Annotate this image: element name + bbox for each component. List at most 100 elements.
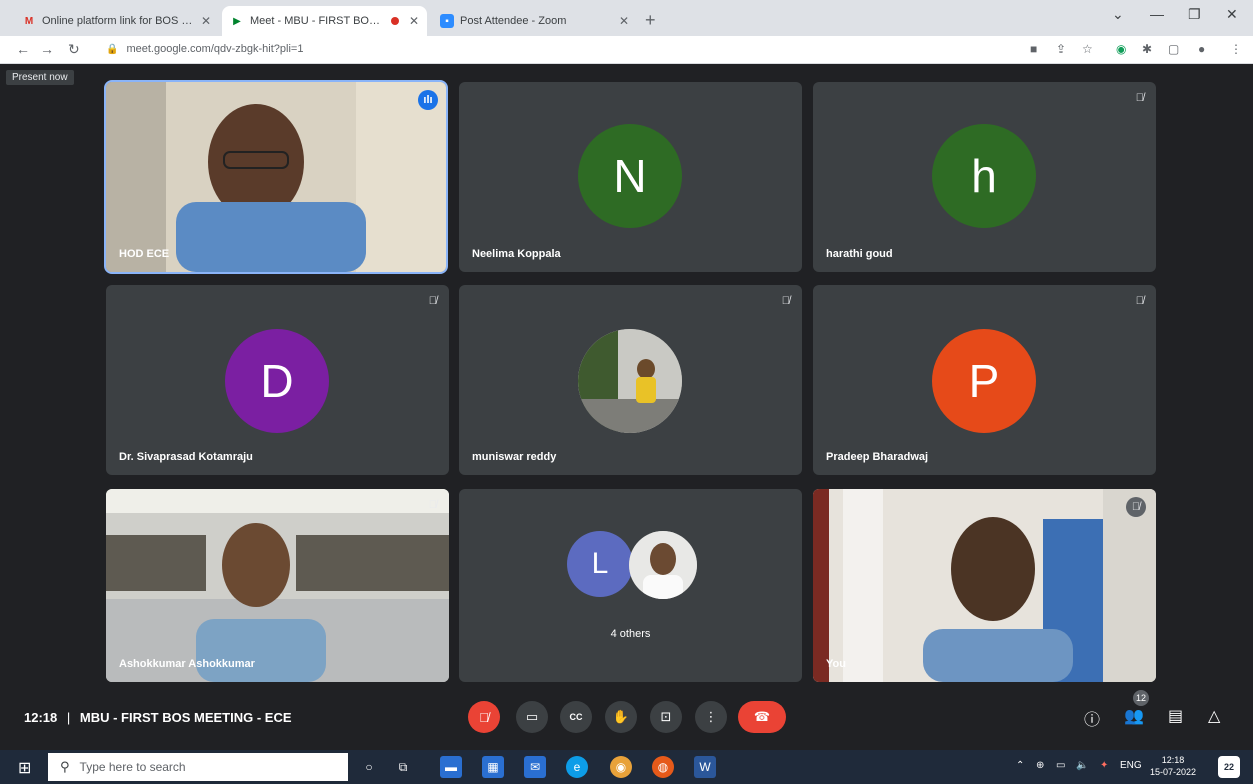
- meet-stage: Present now ılı HOD ECE N Neelima Koppal…: [0, 64, 1253, 750]
- clock-time: 12:18: [1161, 755, 1185, 765]
- close-icon[interactable]: ✕: [619, 14, 629, 28]
- participant-name: harathi goud: [826, 248, 893, 260]
- participant-name: Pradeep Bharadwaj: [826, 451, 929, 463]
- firefox-icon[interactable]: ◍: [652, 756, 674, 778]
- recording-indicator-icon: [390, 17, 399, 25]
- meeting-time: 12:18: [24, 710, 58, 725]
- extensions-puzzle-icon[interactable]: ✱: [1142, 42, 1152, 56]
- profile-avatar-icon[interactable]: ●: [1198, 42, 1205, 56]
- share-icon[interactable]: ⇪: [1056, 42, 1066, 56]
- leave-call-button[interactable]: ☎: [738, 701, 786, 733]
- search-placeholder: Type here to search: [79, 760, 186, 774]
- meeting-info: 12:18 | MBU - FIRST BOS MEETING - ECE: [24, 710, 292, 725]
- mic-off-icon: 🎙̸: [428, 499, 437, 511]
- minimize-icon[interactable]: —: [1150, 6, 1164, 22]
- chrome-icon[interactable]: ◉: [610, 756, 632, 778]
- system-clock[interactable]: 12:18 15-07-2022: [1150, 754, 1196, 778]
- bookmark-star-icon[interactable]: ☆: [1082, 42, 1093, 56]
- mic-off-icon: 🎙̸: [479, 709, 489, 725]
- captions-button[interactable]: CC: [560, 701, 592, 733]
- chat-icon[interactable]: ▤: [1168, 706, 1183, 726]
- tab-gmail[interactable]: M Online platform link for BOS Mee ✕: [14, 6, 219, 36]
- closed-captions-icon: CC: [569, 712, 583, 722]
- window-close-icon[interactable]: ✕: [1226, 6, 1238, 23]
- mic-toggle-button[interactable]: 🎙̸: [468, 701, 500, 733]
- participant-name: muniswar reddy: [472, 451, 557, 463]
- avatar: h: [932, 124, 1036, 228]
- search-icon: ⚲: [60, 759, 70, 774]
- store-icon[interactable]: ▦: [482, 756, 504, 778]
- participant-tile-ashokkumar[interactable]: 🎙̸ Ashokkumar Ashokkumar: [106, 489, 449, 682]
- participant-tile-sivaprasad[interactable]: 🎙̸ D Dr. Sivaprasad Kotamraju: [106, 285, 449, 475]
- activities-icon[interactable]: △: [1208, 706, 1220, 726]
- avatar: D: [225, 329, 329, 433]
- tab-title: Meet - MBU - FIRST BOS ME: [250, 15, 385, 27]
- gmail-icon: M: [24, 15, 34, 27]
- tab-search-icon[interactable]: ⌄: [1112, 6, 1124, 23]
- people-icon[interactable]: 👥: [1124, 706, 1144, 726]
- participant-tile-hod-ece[interactable]: ılı HOD ECE: [104, 80, 448, 274]
- avatar: L: [567, 531, 633, 597]
- windows-taskbar: ⊞ ⚲ Type here to search ○ ⧉ ▬ ▦ ✉ e ◉ ◍ …: [0, 750, 1253, 784]
- cortana-icon[interactable]: ○: [358, 756, 380, 778]
- url-field[interactable]: 🔒 meet.google.com/qdv-zbgk-hit?pli=1: [106, 43, 303, 55]
- participant-name: Dr. Sivaprasad Kotamraju: [119, 451, 253, 463]
- camera-icon[interactable]: ■: [1030, 42, 1037, 56]
- address-bar: ← → ↻ 🔒 meet.google.com/qdv-zbgk-hit?pli…: [0, 36, 1253, 64]
- notification-center-button[interactable]: 22: [1218, 756, 1240, 778]
- video-feed: [106, 489, 449, 682]
- reload-icon[interactable]: ↻: [68, 41, 80, 58]
- file-explorer-icon[interactable]: ▬: [440, 756, 462, 778]
- display-icon[interactable]: ▭: [1056, 760, 1065, 771]
- extension-icon[interactable]: ◉: [1116, 42, 1126, 56]
- tab-zoom[interactable]: ▪ Post Attendee - Zoom ✕: [432, 6, 637, 36]
- participant-name: You: [826, 658, 846, 670]
- present-screen-button[interactable]: ⊡: [650, 701, 682, 733]
- raise-hand-button[interactable]: ✋: [605, 701, 637, 733]
- meeting-details-icon[interactable]: ⓘ: [1084, 706, 1100, 730]
- more-options-button[interactable]: ⋮: [695, 701, 727, 733]
- browser-tab-strip: M Online platform link for BOS Mee ✕ ▶ M…: [0, 0, 1253, 36]
- task-view-icon[interactable]: ⧉: [392, 756, 414, 778]
- present-screen-icon: ⊡: [660, 709, 672, 724]
- meet-icon: ▶: [233, 15, 241, 27]
- participant-tile-others[interactable]: L 4 others: [459, 489, 802, 682]
- self-video-tile[interactable]: 🎙̸ You: [813, 489, 1156, 682]
- language-indicator[interactable]: ENG: [1120, 760, 1142, 771]
- video-feed: [106, 82, 446, 272]
- participant-name: Neelima Koppala: [472, 248, 561, 260]
- participant-tile-muniswar[interactable]: 🎙̸ muniswar reddy: [459, 285, 802, 475]
- participant-tile-neelima[interactable]: N Neelima Koppala: [459, 82, 802, 272]
- speaking-indicator-icon: ılı: [418, 90, 438, 110]
- mic-off-icon: 🎙̸: [1135, 92, 1144, 104]
- avatar: N: [578, 124, 682, 228]
- new-tab-icon[interactable]: +: [645, 10, 656, 31]
- camera-toggle-button[interactable]: ▭: [516, 701, 548, 733]
- lock-icon: 🔒: [106, 43, 119, 55]
- mic-off-icon: 🎙̸: [428, 295, 437, 307]
- forward-icon[interactable]: →: [40, 41, 54, 57]
- network-icon[interactable]: ⊕: [1036, 760, 1044, 771]
- close-icon[interactable]: ✕: [409, 14, 419, 28]
- participant-tile-pradeep[interactable]: 🎙̸ P Pradeep Bharadwaj: [813, 285, 1156, 475]
- edge-icon[interactable]: e: [566, 756, 588, 778]
- tab-title: Post Attendee - Zoom: [460, 15, 567, 27]
- avatar-photo: [578, 329, 682, 433]
- mail-icon[interactable]: ✉: [524, 756, 546, 778]
- windows-start-icon[interactable]: ⊞: [18, 758, 31, 778]
- antivirus-icon[interactable]: ✦: [1100, 760, 1108, 771]
- close-icon[interactable]: ✕: [201, 14, 211, 28]
- present-now-label: Present now: [6, 70, 74, 85]
- menu-dots-icon[interactable]: ⋮: [1230, 42, 1242, 56]
- volume-icon[interactable]: 🔈: [1076, 760, 1088, 771]
- participant-tile-harathi[interactable]: 🎙̸ h harathi goud: [813, 82, 1156, 272]
- word-icon[interactable]: W: [694, 756, 716, 778]
- tray-chevron-icon[interactable]: ⌃: [1016, 760, 1024, 771]
- avatar: P: [932, 329, 1036, 433]
- tab-meet[interactable]: ▶ Meet - MBU - FIRST BOS ME ✕: [222, 6, 427, 36]
- tab-title: Online platform link for BOS Mee: [42, 15, 197, 27]
- restore-icon[interactable]: ❐: [1188, 6, 1201, 23]
- taskbar-search-input[interactable]: ⚲ Type here to search: [48, 753, 348, 781]
- side-panel-icon[interactable]: ▢: [1168, 42, 1179, 56]
- back-icon[interactable]: ←: [16, 41, 30, 57]
